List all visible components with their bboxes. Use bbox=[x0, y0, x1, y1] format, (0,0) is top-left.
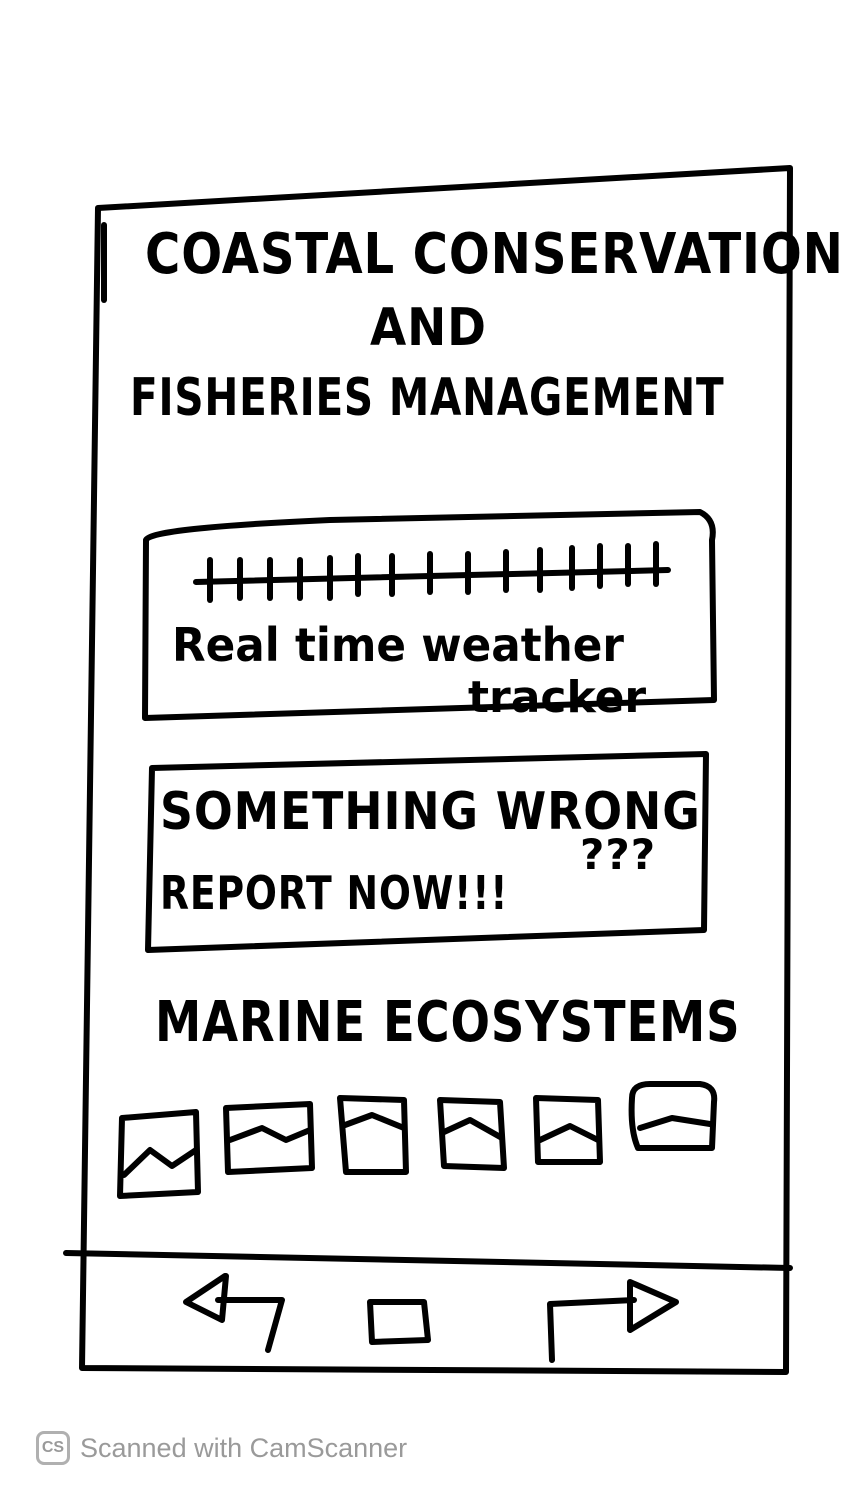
report-label-line-2: REPORT NOW!!! bbox=[160, 866, 509, 920]
ecosystem-thumbnail-4[interactable] bbox=[430, 1092, 520, 1182]
ecosystem-thumbnail-5[interactable] bbox=[526, 1088, 616, 1178]
ecosystem-thumbnail-2[interactable] bbox=[222, 1096, 312, 1186]
nav-forward-button[interactable] bbox=[540, 1280, 680, 1370]
weather-tracker-label-2: tracker bbox=[468, 672, 647, 723]
ecosystem-thumbnail-1[interactable] bbox=[116, 1106, 206, 1196]
page-title-line-2: AND bbox=[370, 298, 487, 358]
nav-home-button[interactable] bbox=[360, 1290, 435, 1350]
weather-tracker-label: Real time weather bbox=[172, 618, 624, 672]
camscanner-watermark: CS Scanned with CamScanner bbox=[36, 1428, 407, 1468]
page-title-line-3: FISHERIES MANAGEMENT bbox=[130, 368, 725, 428]
report-label-question-marks: ??? bbox=[580, 830, 657, 879]
marine-ecosystems-title: MARINE ECOSYSTEMS bbox=[155, 990, 741, 1055]
nav-bar-divider bbox=[63, 1250, 793, 1271]
camscanner-watermark-text: Scanned with CamScanner bbox=[80, 1432, 408, 1463]
page-title-line-1: COASTAL CONSERVATION bbox=[145, 222, 844, 287]
nav-back-button[interactable] bbox=[178, 1268, 288, 1358]
ecosystem-thumbnail-3[interactable] bbox=[330, 1092, 420, 1182]
camscanner-logo-icon: CS bbox=[36, 1431, 70, 1465]
ecosystem-thumbnail-6[interactable] bbox=[624, 1076, 714, 1166]
